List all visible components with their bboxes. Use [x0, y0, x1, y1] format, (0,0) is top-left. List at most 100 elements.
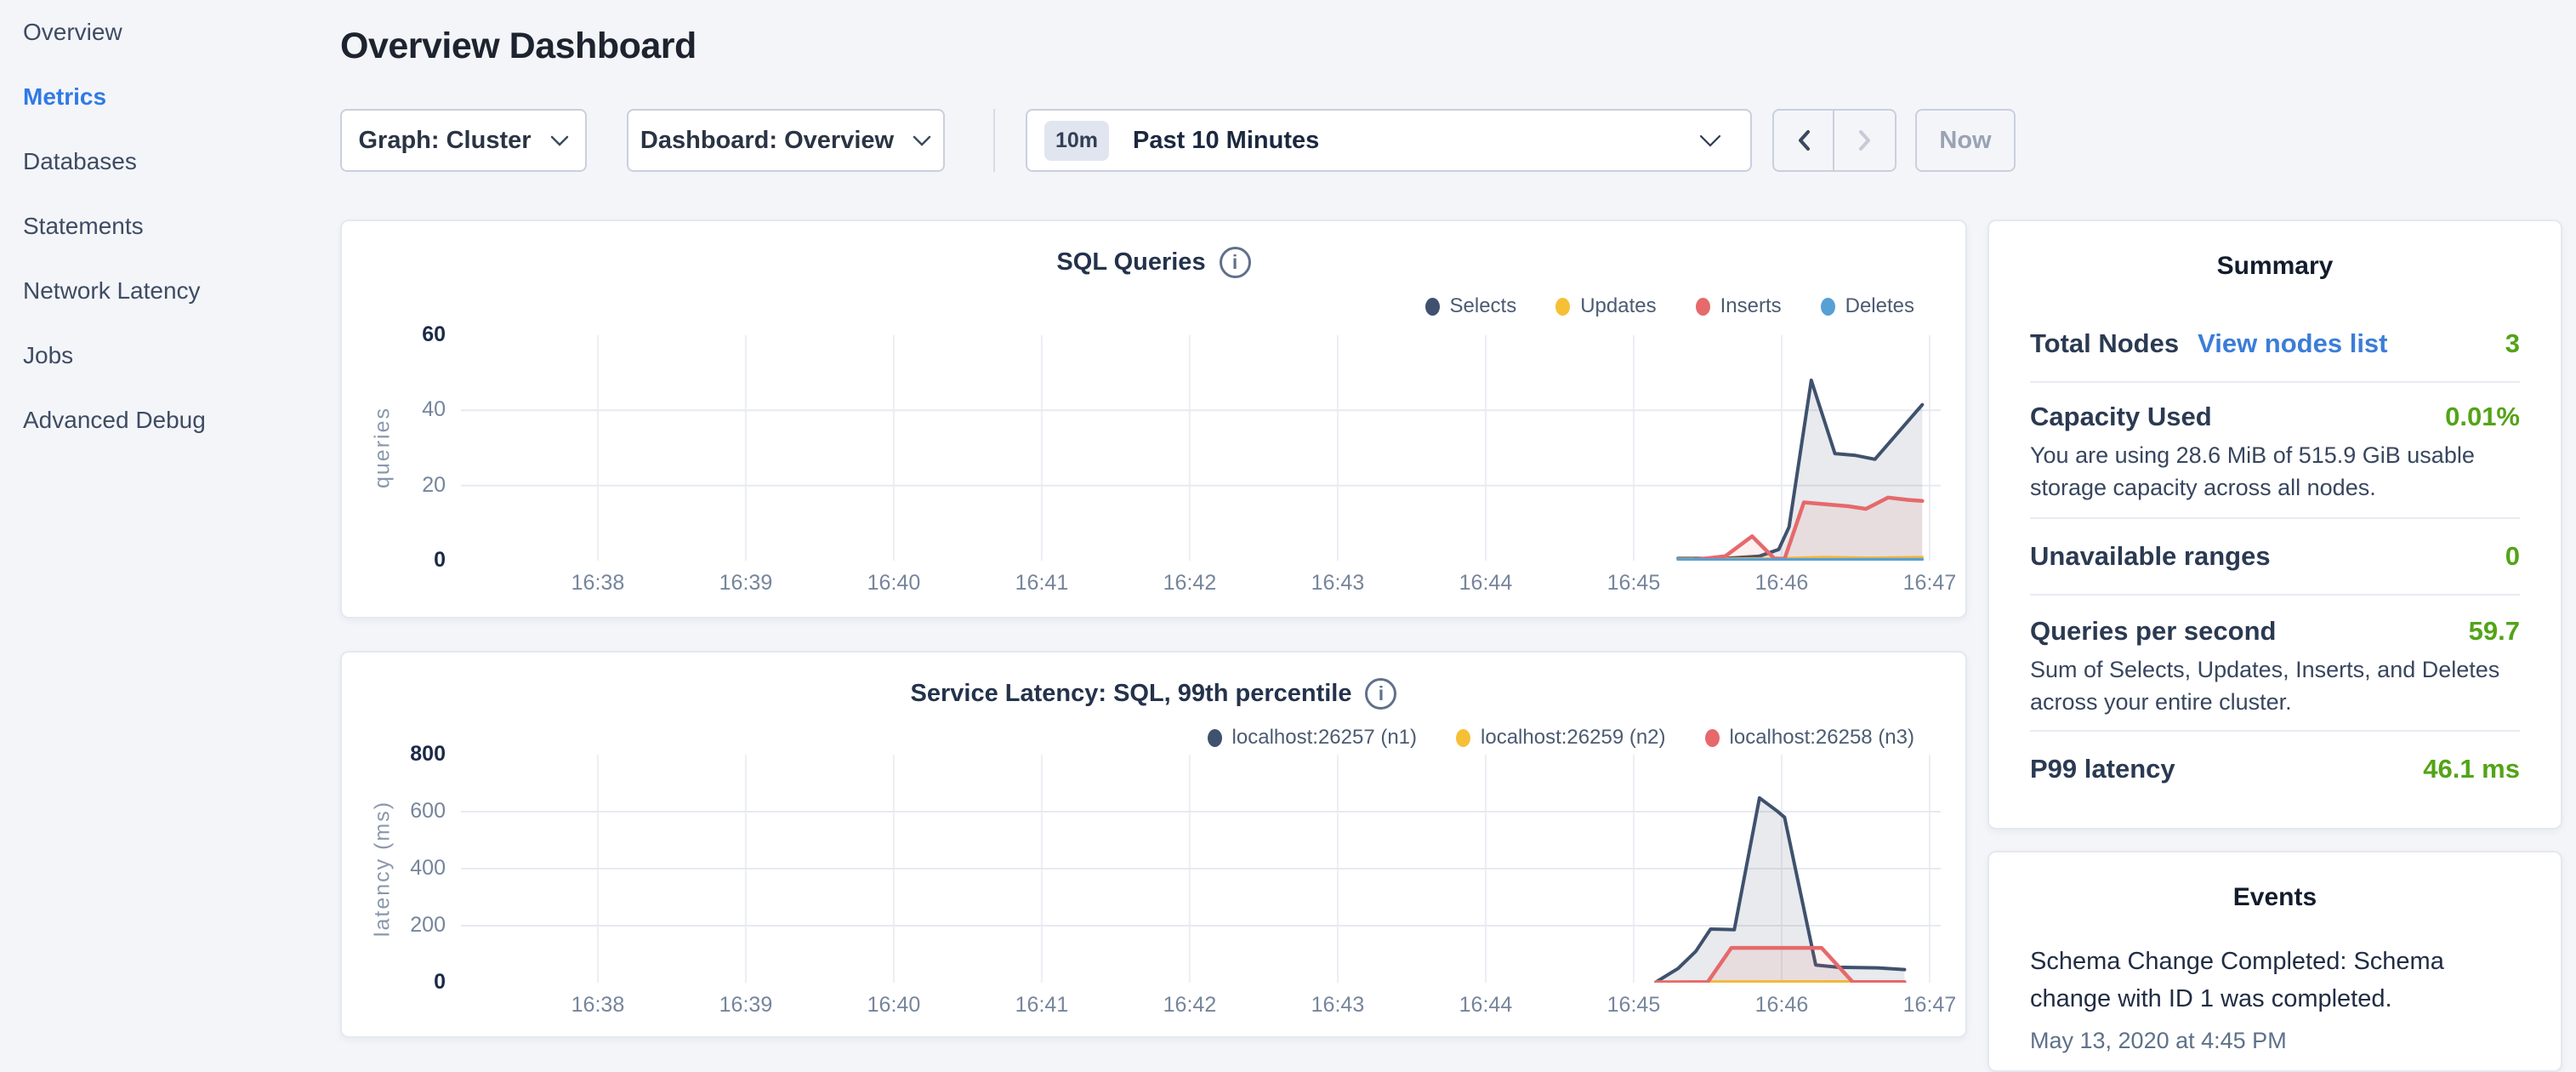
x-tick-label: 16:47 — [1874, 993, 1985, 1018]
chart-card-service-latency: Service Latency: SQL, 99th percentile i … — [340, 651, 1967, 1038]
legend-dot — [1555, 298, 1570, 316]
legend-dot — [1425, 298, 1440, 316]
legend-label: localhost:26257 (n1) — [1232, 726, 1417, 750]
legend-item: Deletes — [1821, 294, 1914, 318]
x-tick-label: 16:45 — [1578, 993, 1689, 1018]
legend-item: Selects — [1425, 294, 1517, 318]
x-tick-label: 16:47 — [1874, 571, 1985, 596]
y-axis-label: latency (ms) — [371, 801, 395, 937]
x-tick-label: 16:42 — [1134, 571, 1245, 596]
x-tick-label: 16:38 — [543, 993, 653, 1018]
sidebar-item-advanced-debug[interactable]: Advanced Debug — [0, 388, 340, 453]
summary-row-queries-per-second: Queries per second 59.7 Sum of Selects, … — [2030, 596, 2520, 732]
x-tick-label: 16:44 — [1430, 571, 1541, 596]
toolbar-divider — [993, 109, 995, 172]
x-tick-label: 16:42 — [1134, 993, 1245, 1018]
sidebar-item-network-latency[interactable]: Network Latency — [0, 259, 340, 323]
x-tick-label: 16:40 — [839, 993, 949, 1018]
legend-label: Updates — [1580, 294, 1656, 318]
summary-row-label: Capacity Used — [2030, 402, 2212, 432]
x-tick-label: 16:39 — [691, 571, 801, 596]
summary-row-p99-latency: P99 latency 46.1 ms — [2030, 732, 2520, 807]
summary-row-value: 0 — [2505, 541, 2520, 572]
summary-panel: Summary Total Nodes View nodes list 3 Ca… — [1987, 220, 2562, 830]
x-tick-label: 16:46 — [1726, 993, 1837, 1018]
chart-plot-svg — [461, 335, 1941, 561]
legend-dot — [1696, 298, 1710, 316]
info-icon[interactable]: i — [1220, 247, 1251, 278]
event-list-item[interactable]: Schema Change Completed: Schema change w… — [2030, 943, 2520, 1054]
x-tick-label: 16:40 — [839, 571, 949, 596]
legend-label: Deletes — [1845, 294, 1914, 318]
summary-row-label: Queries per second — [2030, 616, 2276, 647]
summary-row-value: 0.01% — [2445, 402, 2520, 432]
sidebar-item-metrics[interactable]: Metrics — [0, 65, 340, 129]
summary-row-total-nodes: Total Nodes View nodes list 3 — [2030, 316, 2520, 383]
chart-card-sql-queries: SQL Queries i Selects Updates Inserts De… — [340, 220, 1967, 619]
time-nav-arrows — [1772, 109, 1896, 172]
summary-row-value: 3 — [2505, 328, 2520, 359]
page-title: Overview Dashboard — [340, 26, 697, 67]
summary-row-value: 59.7 — [2469, 616, 2520, 647]
legend-label: localhost:26258 (n3) — [1730, 726, 1914, 750]
chevron-down-icon — [913, 135, 931, 146]
now-button[interactable]: Now — [1915, 109, 2016, 172]
summary-title: Summary — [2030, 252, 2520, 281]
graph-dropdown-label: Graph: Cluster — [358, 127, 531, 155]
legend-item: localhost:26259 (n2) — [1456, 726, 1665, 750]
legend-item: localhost:26257 (n1) — [1208, 726, 1417, 750]
event-text: Schema Change Completed: Schema change w… — [2030, 943, 2520, 1018]
sidebar-item-overview[interactable]: Overview — [0, 0, 340, 65]
chart-plot[interactable] — [461, 335, 1941, 561]
legend-dot — [1208, 729, 1222, 747]
y-tick-label: 0 — [342, 548, 446, 573]
legend-label: localhost:26259 (n2) — [1481, 726, 1665, 750]
chart-title: Service Latency: SQL, 99th percentile — [911, 680, 1352, 708]
legend-dot — [1456, 729, 1470, 747]
legend-item: Inserts — [1696, 294, 1782, 318]
sidebar-item-jobs[interactable]: Jobs — [0, 323, 340, 388]
dashboard-dropdown[interactable]: Dashboard: Overview — [627, 109, 945, 172]
x-tick-label: 16:38 — [543, 571, 653, 596]
summary-row-label: Unavailable ranges — [2030, 541, 2271, 572]
chevron-down-icon — [550, 135, 569, 146]
legend-label: Selects — [1450, 294, 1517, 318]
time-forward-button[interactable] — [1834, 111, 1895, 170]
legend-dot — [1705, 729, 1720, 747]
x-tick-label: 16:41 — [987, 571, 1097, 596]
events-panel: Events Schema Change Completed: Schema c… — [1987, 851, 2562, 1072]
chart-plot[interactable] — [461, 755, 1941, 983]
chart-legend: Selects Updates Inserts Deletes — [1425, 294, 1915, 318]
y-tick-label: 60 — [342, 322, 446, 347]
x-tick-label: 16:44 — [1430, 993, 1541, 1018]
x-tick-label: 16:43 — [1282, 571, 1393, 596]
legend-item: Updates — [1555, 294, 1656, 318]
y-tick-label: 0 — [342, 970, 446, 995]
chevron-left-icon — [1796, 129, 1811, 151]
x-tick-label: 16:41 — [987, 993, 1097, 1018]
summary-row-subtext: Sum of Selects, Updates, Inserts, and De… — [2030, 653, 2520, 718]
y-tick-label: 800 — [342, 742, 446, 767]
x-tick-label: 16:43 — [1282, 993, 1393, 1018]
event-timestamp: May 13, 2020 at 4:45 PM — [2030, 1028, 2520, 1054]
summary-row-label: Total Nodes — [2030, 328, 2179, 359]
summary-row-unavailable-ranges: Unavailable ranges 0 — [2030, 519, 2520, 596]
legend-item: localhost:26258 (n3) — [1705, 726, 1914, 750]
events-title: Events — [2030, 883, 2520, 912]
time-range-picker[interactable]: 10m Past 10 Minutes — [1026, 109, 1752, 172]
info-icon[interactable]: i — [1365, 678, 1396, 710]
time-back-button[interactable] — [1774, 111, 1834, 170]
sidebar-item-statements[interactable]: Statements — [0, 194, 340, 259]
chevron-down-icon — [1699, 134, 1721, 147]
graph-dropdown[interactable]: Graph: Cluster — [340, 109, 587, 172]
time-range-badge: 10m — [1044, 121, 1109, 161]
x-tick-label: 16:39 — [691, 993, 801, 1018]
sidebar: Overview Metrics Databases Statements Ne… — [0, 0, 340, 1052]
legend-label: Inserts — [1720, 294, 1782, 318]
summary-row-capacity-used: Capacity Used 0.01% You are using 28.6 M… — [2030, 383, 2520, 519]
view-nodes-list-link[interactable]: View nodes list — [2198, 328, 2387, 359]
summary-row-subtext: You are using 28.6 MiB of 515.9 GiB usab… — [2030, 439, 2520, 504]
sidebar-item-databases[interactable]: Databases — [0, 129, 340, 194]
chart-plot-svg — [461, 755, 1941, 983]
time-range-label: Past 10 Minutes — [1133, 127, 1319, 155]
